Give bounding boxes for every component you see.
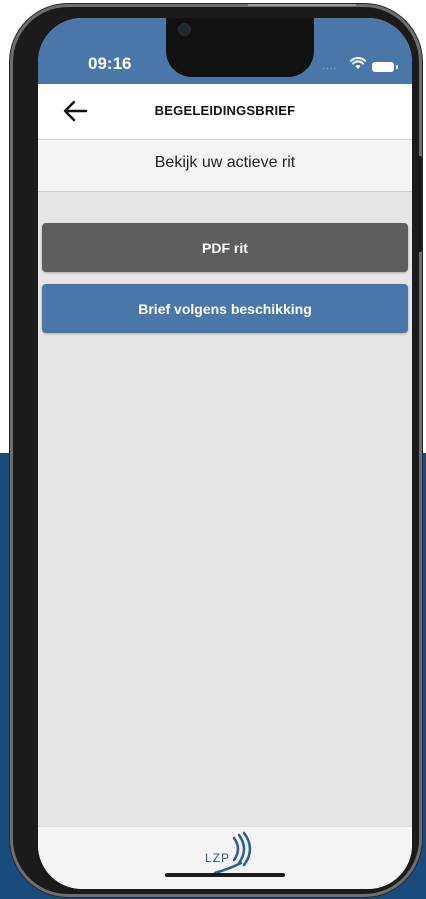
status-time: 09:16 — [88, 54, 132, 73]
status-bar: 09:16 .... — [38, 18, 412, 84]
notch — [166, 18, 314, 77]
logo-text: LZP — [205, 851, 231, 865]
pdf-rit-button[interactable]: PDF rit — [42, 223, 408, 272]
navigation-bar: BEGELEIDINGSBRIEF — [38, 84, 412, 140]
signal-indicator: .... — [322, 61, 338, 72]
lzp-logo: LZP — [201, 829, 261, 875]
pdf-rit-button-label: PDF rit — [202, 239, 248, 256]
page-title: BEGELEIDINGSBRIEF — [154, 103, 296, 118]
speaker-line — [248, 4, 356, 6]
phone-frame: 09:16 .... BEGELEIDINGSBRIEF Bekijk uw a… — [10, 4, 422, 897]
subheader: Bekijk uw actieve rit — [38, 140, 412, 192]
camera-icon — [180, 25, 189, 34]
subheader-text: Bekijk uw actieve rit — [154, 154, 296, 171]
footer-bar: LZP — [38, 826, 412, 889]
app-screen: 09:16 .... BEGELEIDINGSBRIEF Bekijk uw a… — [38, 18, 412, 889]
battery-icon — [372, 62, 398, 72]
side-button — [417, 156, 422, 252]
home-indicator[interactable] — [165, 873, 285, 877]
brief-button-label: Brief volgens beschikking — [138, 300, 312, 317]
brief-volgens-beschikking-button[interactable]: Brief volgens beschikking — [42, 284, 408, 333]
wifi-icon — [350, 56, 366, 69]
